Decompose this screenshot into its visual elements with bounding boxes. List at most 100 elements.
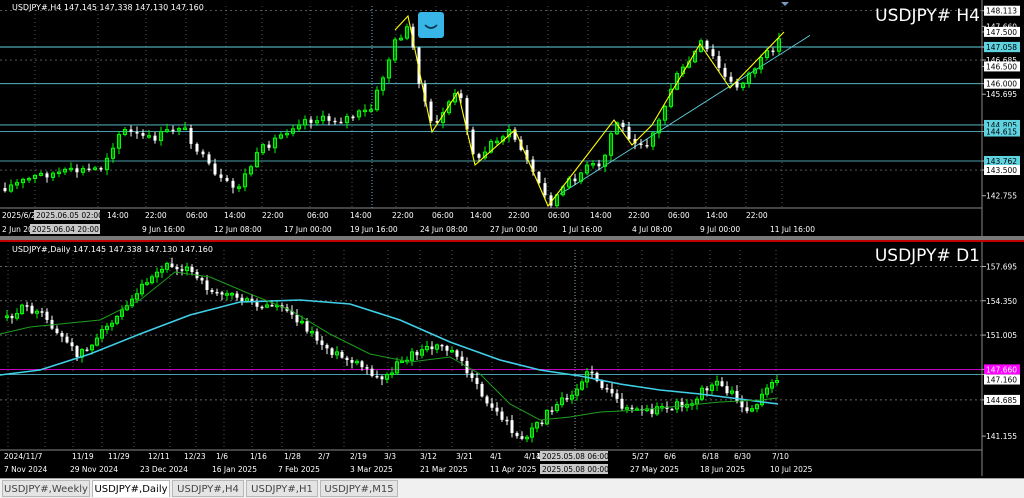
price-tick-label: 143.762 xyxy=(986,157,1017,166)
candle-bear xyxy=(495,407,499,412)
date-tick-label: 11 Apr 2025 xyxy=(490,465,537,474)
candle-bear xyxy=(231,180,235,188)
crosshair-date-label: 2025.05.08 00:00 xyxy=(542,465,609,474)
tab-h1[interactable]: USDJPY#,H1 xyxy=(246,480,318,497)
d1-symbol-label: USDJPY# D1 xyxy=(874,246,980,266)
candle-bear xyxy=(415,351,419,356)
price-tick-label: 144.615 xyxy=(986,128,1017,137)
candle-bear xyxy=(477,154,481,158)
price-tick-label: 142.755 xyxy=(986,192,1017,201)
candle-bear xyxy=(650,408,654,414)
candle-bear xyxy=(639,143,643,146)
candle-bear xyxy=(201,151,205,155)
date-tick-label: 3/12 xyxy=(420,452,437,461)
candle-bear xyxy=(550,410,554,412)
candle-bear xyxy=(70,342,74,347)
candle-bear xyxy=(729,76,733,82)
candle-bear xyxy=(711,49,715,57)
tab-daily[interactable]: USDJPY#,Daily xyxy=(92,480,170,497)
candle-bear xyxy=(195,143,199,152)
candle-bear xyxy=(515,432,519,437)
candle-bear xyxy=(189,128,193,144)
candle-bear xyxy=(129,129,133,133)
candle-bear xyxy=(540,422,544,425)
candle-bear xyxy=(225,177,229,181)
candle-bear xyxy=(267,144,271,148)
ma-short-line xyxy=(0,271,779,421)
candle-bear xyxy=(365,367,369,369)
candle-bear xyxy=(85,349,89,352)
candle-bear xyxy=(255,302,259,307)
candle-bear xyxy=(175,266,179,270)
hour-tick-label: 14:00 xyxy=(224,211,246,220)
date-tick-label: 7 Feb 2025 xyxy=(278,465,320,474)
hour-tick-label: 14:00 xyxy=(590,211,612,220)
candle-bear xyxy=(610,388,614,394)
tab-h4[interactable]: USDJPY#,H4 xyxy=(172,480,244,497)
candle-bear xyxy=(170,263,174,267)
date-tick-label: 7 Nov 2024 xyxy=(4,465,47,474)
date-tick-label: 6/30 xyxy=(734,452,751,461)
d1-chart-pane[interactable]: 157.695 154.350 151.005 147.660 147.160 144.6… xyxy=(0,240,1024,476)
candle-bear xyxy=(325,344,329,349)
date-tick-label: 18 Jun 2025 xyxy=(700,465,745,474)
trend-line xyxy=(559,34,811,195)
candle-bear xyxy=(500,411,504,420)
date-tick-label: 3/3 xyxy=(384,452,396,461)
candle-bear xyxy=(339,121,343,124)
candle-bear xyxy=(597,163,601,167)
h4-chart-canvas[interactable]: 148.113147.660147.500147.065147.058146.6… xyxy=(0,0,1024,236)
candle-bear xyxy=(370,368,374,376)
candle-bear xyxy=(180,269,184,271)
date-tick-label: 23 Dec 2024 xyxy=(140,465,188,474)
hour-tick-label: 22:00 xyxy=(508,211,530,220)
candle-bear xyxy=(670,408,674,411)
candle-bear xyxy=(219,174,223,178)
tab-weekly[interactable]: USDJPY#,Weekly xyxy=(2,480,90,497)
candle-bear xyxy=(213,163,217,175)
candle-bear xyxy=(345,357,349,361)
hour-tick-label: 06:00 xyxy=(668,211,690,220)
date-tick-label: 1/16 xyxy=(250,452,267,461)
candle-bear xyxy=(771,50,775,53)
price-tick-label: 141.155 xyxy=(986,432,1017,441)
candle-bear xyxy=(25,305,29,307)
candle-bear xyxy=(99,167,103,170)
candle-bear xyxy=(720,381,724,387)
candle-bear xyxy=(485,396,489,404)
candle-bear xyxy=(207,154,211,164)
price-tick-label: 147.058 xyxy=(986,43,1017,52)
date-tick-label: 4/1 xyxy=(490,452,502,461)
candle-bear xyxy=(315,331,319,341)
candle-bear xyxy=(320,340,324,345)
candle-bear xyxy=(135,132,139,134)
chart-tabs-bar: USDJPY#,Weekly USDJPY#,Daily USDJPY#,H4 … xyxy=(0,478,1024,498)
date-tick-label: 29 Nov 2024 xyxy=(70,465,118,474)
candle-bear xyxy=(705,40,709,50)
date-tick-label: 9 Jun 16:00 xyxy=(142,225,185,234)
d1-chart-canvas[interactable]: 157.695 154.350 151.005 147.660 147.160 144.6… xyxy=(0,242,1024,476)
candle-bear xyxy=(445,345,449,351)
candle-bear xyxy=(459,93,463,99)
price-tick-label: 147.160 xyxy=(986,376,1017,385)
candle-bear xyxy=(380,376,384,380)
date-tick-label: 10 Jul 2025 xyxy=(770,465,813,474)
date-tick-label: 11/29 xyxy=(108,452,130,461)
tab-m15[interactable]: USDJPY#,M15 xyxy=(320,480,398,497)
hour-tick-label: 14:00 xyxy=(470,211,492,220)
candle-bear xyxy=(745,407,749,412)
candle-bear xyxy=(240,297,244,302)
candle-bear xyxy=(205,280,209,291)
h4-chart-pane[interactable]: 148.113147.660147.500147.065147.058146.6… xyxy=(0,0,1024,236)
price-tick-label: 145.695 xyxy=(986,90,1017,99)
candle-bear xyxy=(605,387,609,390)
h4-chart-header: USDJPY#,H4 147.145 147.338 147.130 147.1… xyxy=(12,3,204,12)
candle-bear xyxy=(30,305,34,314)
crosshair-date-label: 2025.06.04 20:00 xyxy=(32,225,99,234)
candle-bear xyxy=(430,346,434,350)
candle-bear xyxy=(543,183,547,196)
candle-bear xyxy=(60,333,64,337)
date-tick-label: 1 Jul 16:00 xyxy=(562,225,602,234)
date-tick-label: 1/28 xyxy=(284,452,301,461)
expert-advisor-smiley-icon[interactable] xyxy=(418,12,444,38)
